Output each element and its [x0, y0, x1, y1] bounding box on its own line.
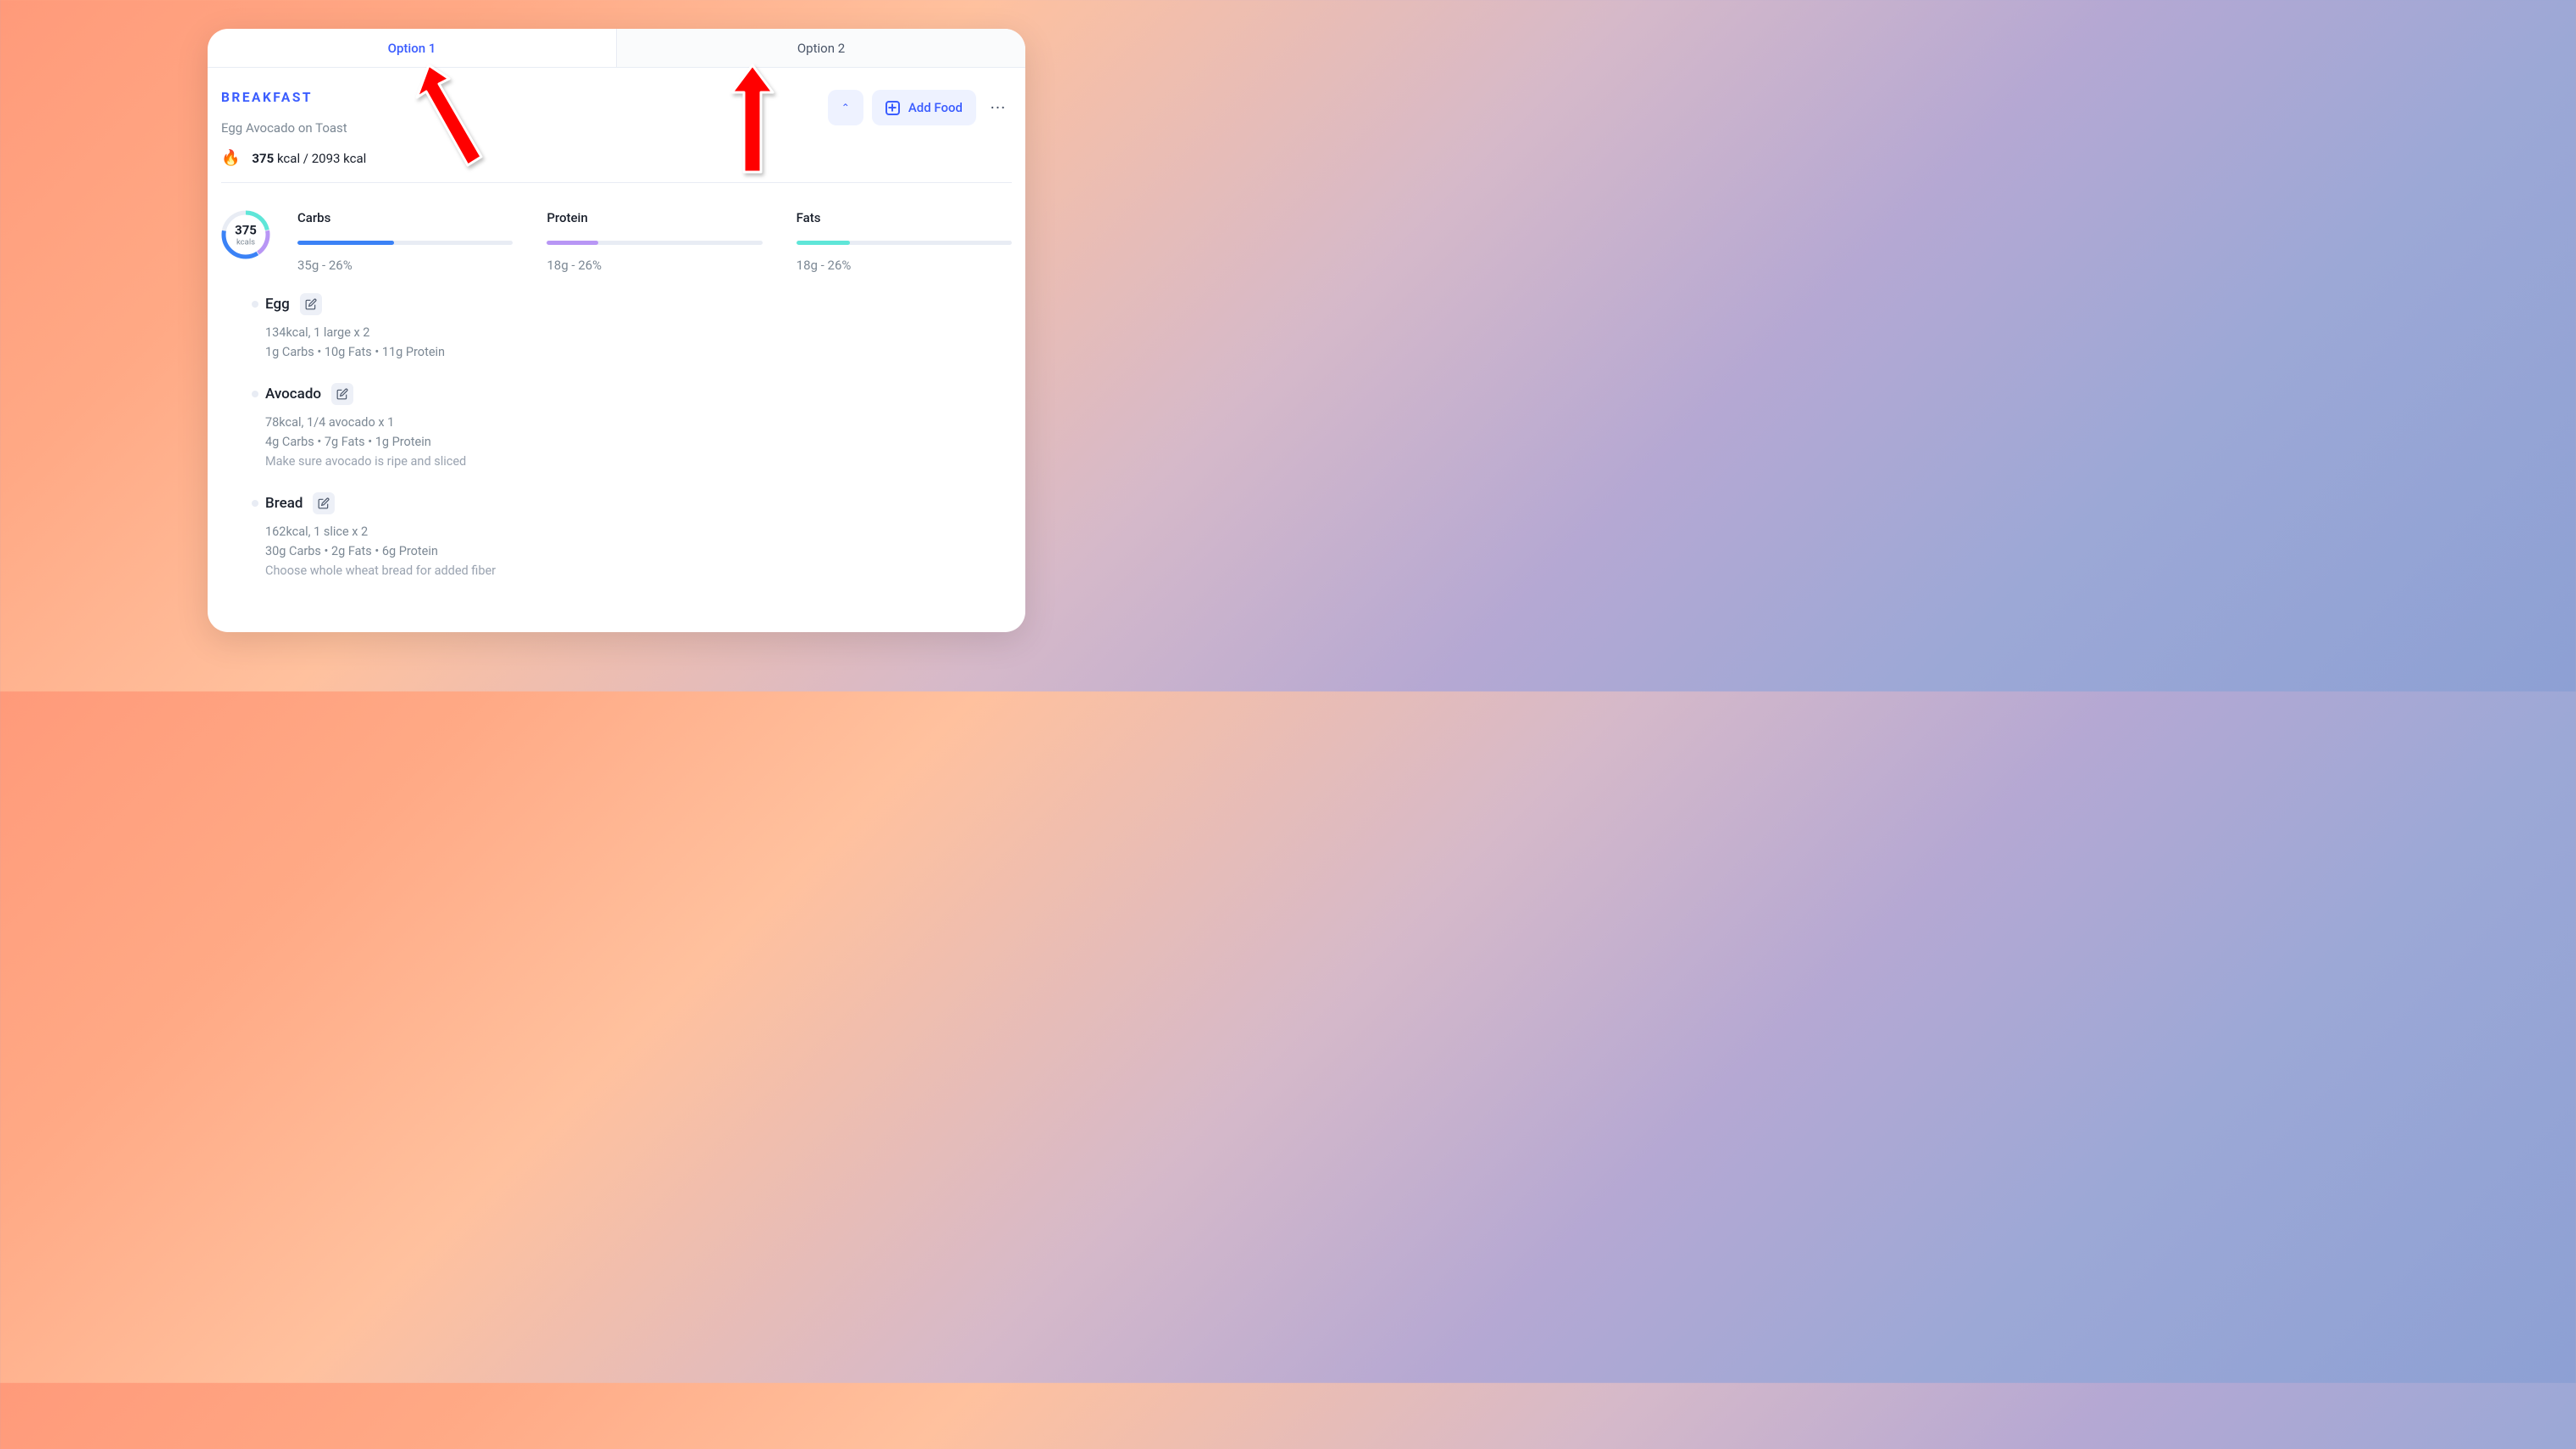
edit-button[interactable]: [331, 383, 353, 405]
food-item: Bread 162kcal, 1 slice x 2 30g Carbs • 2g …: [221, 492, 1012, 578]
divider: [221, 182, 1012, 183]
annotation-arrow-2: [729, 64, 780, 182]
tab-option-2[interactable]: Option 2: [616, 29, 1025, 67]
ring-value: 375: [235, 223, 257, 238]
edit-icon: [305, 298, 317, 310]
collapse-button[interactable]: ⌃: [828, 90, 863, 125]
macro-bar: [797, 241, 1012, 245]
food-macros: 1g Carbs • 10g Fats • 11g Protein: [265, 345, 1012, 359]
meal-subtitle: Egg Avocado on Toast: [221, 120, 366, 136]
calorie-row: 🔥 375 kcal / 2093 kcal: [221, 149, 366, 167]
header-buttons: ⌃ Add Food ···: [828, 90, 1012, 125]
food-macros: 4g Carbs • 7g Fats • 1g Protein: [265, 435, 1012, 449]
more-button[interactable]: ···: [985, 90, 1012, 125]
macro-protein: Protein 18g - 26%: [547, 210, 762, 273]
food-macros: 30g Carbs • 2g Fats • 6g Protein: [265, 544, 1012, 558]
ring-unit: kcals: [235, 238, 257, 247]
add-food-button[interactable]: Add Food: [872, 90, 976, 125]
meal-card: Option 1 Option 2 BREAKFAST Egg Avocado …: [208, 29, 1025, 632]
annotation-arrow-1: [415, 64, 500, 182]
food-detail: 78kcal, 1/4 avocado x 1: [265, 415, 1012, 430]
macro-detail: 35g - 26%: [297, 258, 513, 273]
macro-detail: 18g - 26%: [547, 258, 762, 273]
macros-row: 375 kcals Carbs 35g - 26% Protein 18g - 26%…: [221, 210, 1012, 273]
food-item: Egg 134kcal, 1 large x 2 1g Carbs • 10g Fa…: [221, 293, 1012, 359]
food-note: Make sure avocado is ripe and sliced: [265, 454, 1012, 469]
macro-label: Carbs: [297, 210, 513, 225]
macro-detail: 18g - 26%: [797, 258, 1012, 273]
add-food-label: Add Food: [908, 100, 963, 115]
tab-option-1[interactable]: Option 1: [208, 29, 616, 67]
fire-icon: 🔥: [221, 149, 240, 167]
food-name: Egg: [265, 296, 290, 313]
macro-bar: [297, 241, 513, 245]
plus-icon: [886, 101, 900, 115]
calorie-ring: 375 kcals: [221, 210, 270, 259]
food-name: Bread: [265, 495, 303, 512]
meal-title: BREAKFAST: [221, 90, 366, 105]
calorie-text: 375 kcal / 2093 kcal: [252, 151, 366, 166]
food-detail: 134kcal, 1 large x 2: [265, 325, 1012, 340]
macro-bar: [547, 241, 762, 245]
macro-label: Fats: [797, 210, 1012, 225]
food-detail: 162kcal, 1 slice x 2: [265, 525, 1012, 539]
edit-icon: [318, 497, 330, 509]
edit-button[interactable]: [300, 293, 322, 315]
food-item: Avocado 78kcal, 1/4 avocado x 1 4g Carbs •…: [221, 383, 1012, 469]
chevron-up-icon: ⌃: [841, 102, 850, 114]
meal-content: BREAKFAST Egg Avocado on Toast 🔥 375 kca…: [208, 68, 1025, 622]
food-note: Choose whole wheat bread for added fiber: [265, 564, 1012, 578]
edit-icon: [336, 388, 348, 400]
option-tabs: Option 1 Option 2: [208, 29, 1025, 68]
macro-fats: Fats 18g - 26%: [797, 210, 1012, 273]
food-list: Egg 134kcal, 1 large x 2 1g Carbs • 10g Fa…: [221, 293, 1012, 578]
macro-carbs: Carbs 35g - 26%: [297, 210, 513, 273]
macro-label: Protein: [547, 210, 762, 225]
food-name: Avocado: [265, 386, 321, 402]
edit-button[interactable]: [313, 492, 335, 514]
